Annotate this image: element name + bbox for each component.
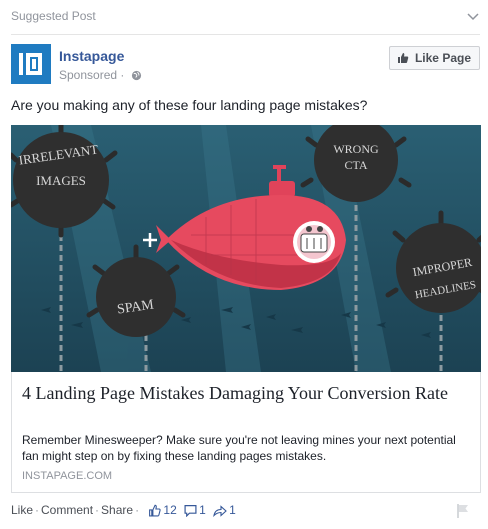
link-domain: INSTAPAGE.COM: [22, 470, 113, 482]
chevron-down-icon[interactable]: [466, 9, 480, 23]
link-title[interactable]: 4 Landing Page Mistakes Damaging Your Co…: [22, 382, 472, 404]
thumbs-up-icon: [397, 53, 408, 63]
mine-label-2a: WRONG: [333, 142, 379, 156]
sponsored-post-card: Suggested Post Instapage Sponsored · Lik…: [0, 0, 488, 529]
likes-count-value: 12: [163, 503, 177, 517]
suggested-post-label: Suggested Post: [11, 9, 96, 23]
shares-count-value: 1: [229, 503, 236, 517]
like-page-label: Like Page: [414, 51, 471, 65]
like-page-button[interactable]: Like Page: [388, 46, 480, 70]
thumbs-up-icon: [149, 504, 162, 517]
link-preview[interactable]: 4 Landing Page Mistakes Damaging Your Co…: [11, 372, 481, 493]
comment-link[interactable]: Comment: [41, 503, 93, 517]
likes-count[interactable]: 12: [148, 503, 180, 517]
post-actions: Like · Comment · Share · 12 1 1: [11, 503, 480, 521]
post-header: Instapage Sponsored · Like Page: [11, 44, 480, 88]
share-link[interactable]: Share: [101, 503, 133, 517]
comments-count[interactable]: 1: [184, 503, 209, 518]
instapage-logo[interactable]: [11, 44, 51, 84]
meta-separator: ·: [120, 68, 125, 82]
share-icon: [213, 505, 227, 518]
post-image[interactable]: IRRELEVANT IMAGES WRONG CTA SPAM IMPROPE…: [11, 125, 481, 372]
sponsored-label[interactable]: Sponsored: [59, 68, 117, 82]
post-meta: Sponsored ·: [59, 68, 142, 82]
comments-count-value: 1: [199, 503, 206, 517]
flag-icon[interactable]: [456, 503, 470, 519]
instapage-logo-icon: [19, 53, 42, 75]
comment-icon: [184, 505, 197, 518]
page-name-link[interactable]: Instapage: [59, 48, 124, 64]
post-topbar: Suggested Post: [11, 0, 480, 35]
mine-label-2b: CTA: [344, 158, 367, 172]
submarine-minefield-illustration: IRRELEVANT IMAGES WRONG CTA SPAM IMPROPE…: [11, 125, 481, 372]
globe-icon: [131, 70, 141, 81]
separator-dot: ·: [95, 503, 100, 517]
post-message: Are you making any of these four landing…: [11, 97, 368, 113]
separator-dot: ·: [35, 503, 40, 517]
separator-dot: ·: [135, 503, 140, 517]
mine-label-1b: IMAGES: [36, 173, 86, 188]
like-link[interactable]: Like: [11, 503, 33, 517]
shares-count[interactable]: 1: [213, 503, 236, 518]
link-description: Remember Minesweeper? Make sure you're n…: [22, 433, 456, 463]
